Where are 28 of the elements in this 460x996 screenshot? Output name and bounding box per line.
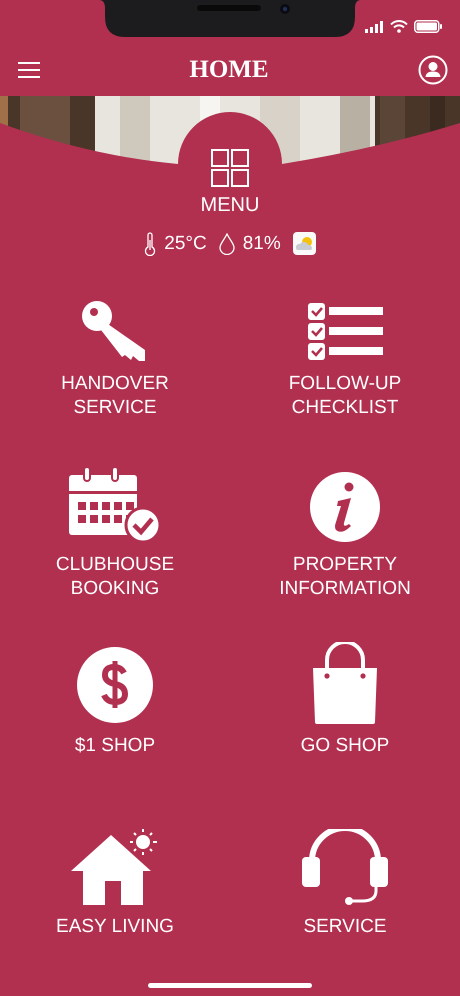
wifi-icon	[390, 20, 408, 33]
weather-icon	[292, 232, 316, 256]
battery-icon	[414, 20, 443, 33]
shopping-bag-icon	[311, 642, 379, 724]
info-icon	[309, 471, 381, 544]
grid-icon	[210, 148, 250, 188]
page-title: HOME	[189, 56, 269, 84]
signal-icon	[365, 20, 384, 32]
calendar-check-icon	[69, 467, 161, 544]
house-sun-icon	[71, 829, 159, 906]
menu-tile[interactable]: HANDOVER SERVICE	[0, 272, 230, 454]
menu-tile[interactable]: EASY LIVING	[0, 815, 230, 996]
menu-icon[interactable]	[18, 62, 40, 78]
dollar-icon	[76, 646, 154, 724]
menu-tile[interactable]: FOLLOW-UP CHECKLIST	[230, 272, 460, 454]
thermometer-icon	[144, 232, 156, 256]
humidity-text: 81%	[242, 232, 281, 255]
profile-icon[interactable]	[418, 55, 448, 86]
temperature-text: 25°C	[164, 232, 207, 255]
menu-tile[interactable]: CLUBHOUSE BOOKING	[0, 453, 230, 634]
menu-button[interactable]: MENU	[200, 148, 260, 218]
menu-tile[interactable]: $1 SHOP	[0, 634, 230, 816]
menu-tile[interactable]: GO SHOP	[230, 634, 460, 816]
headset-icon	[302, 829, 388, 906]
droplet-icon	[218, 232, 235, 255]
checklist-icon	[307, 302, 383, 362]
menu-tile[interactable]: SERVICE	[230, 815, 460, 996]
menu-tile[interactable]: PROPERTY INFORMATION	[230, 453, 460, 634]
